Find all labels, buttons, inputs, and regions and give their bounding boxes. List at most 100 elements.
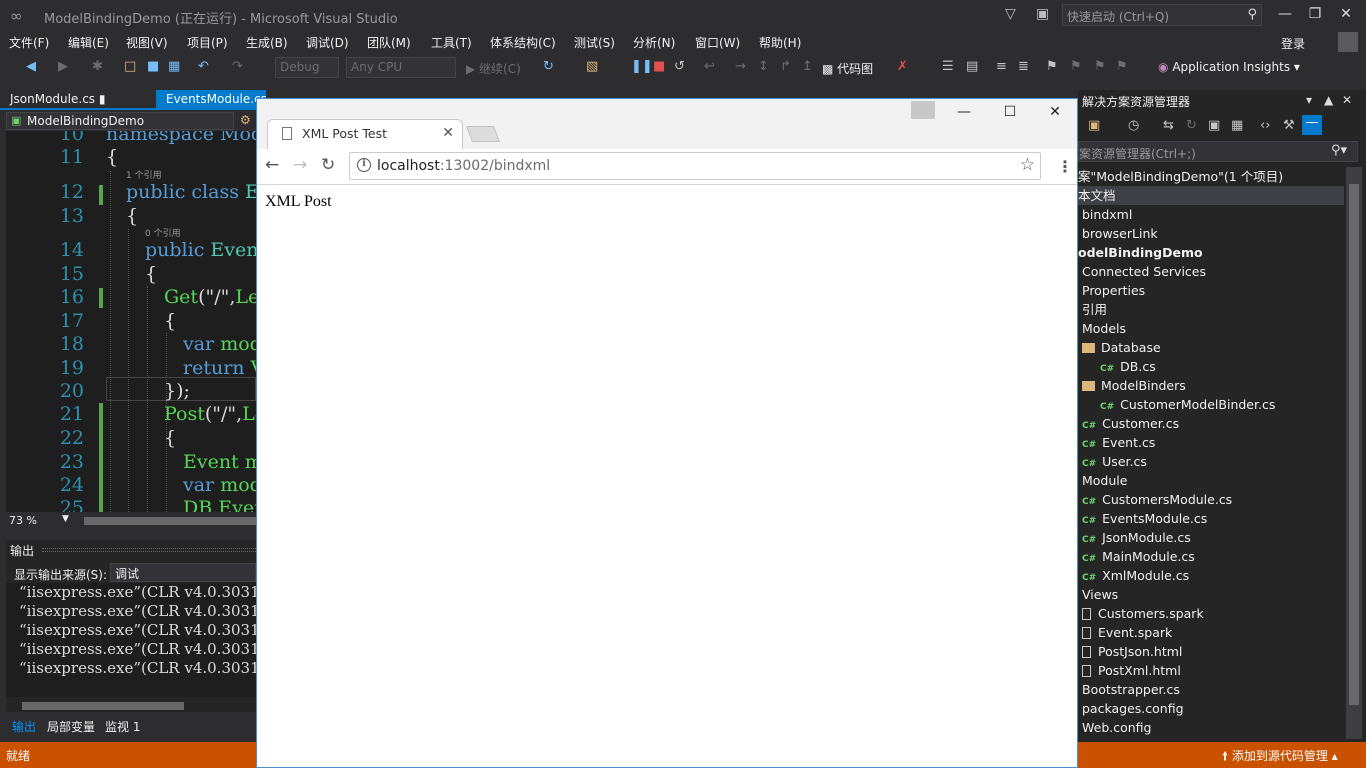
address-bar[interactable]: i localhost:13002/bindxml ☆ bbox=[349, 152, 1041, 180]
configuration-select[interactable]: Debug bbox=[275, 57, 339, 78]
refresh-icon[interactable]: ↻ bbox=[543, 59, 554, 74]
step-out-icon[interactable]: ↱ bbox=[780, 59, 791, 74]
tree-item[interactable]: Database bbox=[1078, 338, 1161, 357]
output-text-area[interactable]: “iisexpress.exe”(CLR v4.0.30319 “iisexpr… bbox=[6, 583, 256, 697]
scrollbar-thumb[interactable] bbox=[1349, 184, 1359, 705]
menu-architecture[interactable]: 体系结构(C) bbox=[490, 34, 556, 51]
menu-help[interactable]: 帮助(H) bbox=[759, 34, 801, 51]
tree-item[interactable]: C# JsonModule.cs bbox=[1078, 528, 1191, 547]
application-insights-button[interactable]: ◉ Application Insights ▾ bbox=[1158, 60, 1300, 74]
tree-item[interactable]: bindxml bbox=[1078, 205, 1132, 224]
tree-item[interactable]: Event.spark bbox=[1078, 623, 1172, 642]
tree-item[interactable]: C# EventsModule.cs bbox=[1078, 509, 1207, 528]
menu-project[interactable]: 项目(P) bbox=[187, 34, 228, 51]
tree-item[interactable]: C# CustomersModule.cs bbox=[1078, 490, 1232, 509]
tree-item[interactable]: Customers.spark bbox=[1078, 604, 1204, 623]
tab-close-icon[interactable]: ✕ bbox=[442, 125, 454, 141]
tree-item[interactable]: C# XmlModule.cs bbox=[1078, 566, 1189, 585]
uncomment-icon[interactable]: ≣ bbox=[1018, 59, 1029, 74]
tree-item[interactable]: Web.config bbox=[1078, 718, 1151, 737]
home-icon[interactable]: ▣ bbox=[1088, 118, 1100, 133]
tree-item[interactable]: Views bbox=[1078, 585, 1118, 604]
continue-button[interactable]: ▶ 继续(C) bbox=[466, 60, 521, 77]
save-all-icon[interactable]: ▦ bbox=[168, 59, 180, 74]
redo-icon[interactable]: ↷ bbox=[232, 59, 243, 74]
new-tab-button[interactable] bbox=[466, 126, 500, 142]
search-icon[interactable]: ⚲▾ bbox=[1331, 143, 1347, 158]
tree-item[interactable]: PostJson.html bbox=[1078, 642, 1182, 661]
tree-item[interactable]: Connected Services bbox=[1078, 262, 1206, 281]
tree-item[interactable]: C# User.cs bbox=[1078, 452, 1147, 471]
sign-in-link[interactable]: 登录 bbox=[1281, 35, 1305, 52]
undo-icon[interactable]: ↶ bbox=[198, 59, 209, 74]
tree-item[interactable]: 案"ModelBindingDemo"(1 个项目) bbox=[1078, 167, 1283, 186]
tree-item[interactable]: PostXml.html bbox=[1078, 661, 1181, 680]
tree-item[interactable]: 引用 bbox=[1078, 300, 1107, 319]
menu-debug[interactable]: 调试(D) bbox=[306, 34, 349, 51]
solution-explorer-search-input[interactable]: 案资源管理器(Ctrl+;) ⚲▾ bbox=[1078, 141, 1358, 162]
browser-tab[interactable]: XML Post Test ✕ bbox=[267, 119, 463, 149]
menu-tools[interactable]: 工具(T) bbox=[431, 34, 472, 51]
tree-item[interactable]: C# Customer.cs bbox=[1078, 414, 1179, 433]
browser-menu-icon[interactable]: ⋮ bbox=[1057, 157, 1073, 176]
tree-item[interactable]: Bootstrapper.cs bbox=[1078, 680, 1180, 699]
forward-arrow-icon[interactable]: → bbox=[293, 155, 307, 175]
restore-icon[interactable]: ❐ bbox=[1305, 6, 1325, 22]
pending-changes-icon[interactable]: ◷ bbox=[1128, 118, 1139, 133]
view-code-icon[interactable]: ‹› bbox=[1260, 118, 1270, 133]
clear-bookmarks-icon[interactable]: ⚑ bbox=[1116, 59, 1128, 74]
tab-eventsmodule[interactable]: EventsModule.cs bbox=[156, 90, 267, 110]
step-into-icon[interactable]: → bbox=[735, 59, 746, 74]
step-over-icon[interactable]: ↕ bbox=[758, 59, 769, 74]
class-icon[interactable]: ⚙ bbox=[240, 113, 251, 127]
code-editor[interactable]: 10 11 12 13 14 15 16 17 18 19 20 21 22 2… bbox=[6, 131, 256, 512]
tab-jsonmodule[interactable]: JsonModule.cs ▮ bbox=[0, 90, 115, 110]
tree-item[interactable]: packages.config bbox=[1078, 699, 1184, 718]
back-arrow-icon[interactable]: ← bbox=[265, 155, 279, 175]
output-source-select[interactable]: 调试 bbox=[110, 563, 256, 582]
codelens-references[interactable]: 0 个引用 bbox=[145, 226, 181, 239]
browser-maximize-icon[interactable]: ☐ bbox=[1000, 104, 1020, 120]
editor-horizontal-scrollbar[interactable] bbox=[84, 517, 256, 525]
filter-icon[interactable]: ▽ bbox=[1005, 6, 1016, 22]
code-map-button[interactable]: ▩ 代码图 bbox=[822, 60, 873, 77]
menu-window[interactable]: 窗口(W) bbox=[695, 34, 740, 51]
panel-dropdown-icon[interactable]: ▾ bbox=[1306, 93, 1312, 107]
tree-item[interactable]: C# CustomerModelBinder.cs bbox=[1078, 395, 1275, 414]
quick-launch-input[interactable]: 快速启动 (Ctrl+Q) ⚲ bbox=[1062, 4, 1262, 26]
preview-icon[interactable]: — bbox=[1302, 115, 1322, 135]
menu-file[interactable]: 文件(F) bbox=[9, 34, 49, 51]
browser-minimize-icon[interactable]: — bbox=[954, 104, 974, 120]
stop-icon[interactable]: ■ bbox=[653, 59, 665, 74]
prev-bookmark-icon[interactable]: ⚑ bbox=[1070, 59, 1082, 74]
zoom-dropdown-icon[interactable]: ▼ bbox=[62, 514, 69, 524]
bookmark-star-icon[interactable]: ☆ bbox=[1020, 155, 1035, 175]
comment-icon[interactable]: ≡ bbox=[996, 59, 1007, 74]
close-icon[interactable]: ✕ bbox=[1336, 6, 1356, 22]
pin-icon[interactable]: ▮ bbox=[99, 92, 106, 106]
collapse-all-icon[interactable]: ▣ bbox=[1208, 118, 1220, 133]
properties-icon[interactable]: ⚒ bbox=[1283, 118, 1295, 133]
bookmark-icon[interactable]: ⚑ bbox=[1046, 59, 1058, 74]
profile-icon[interactable] bbox=[911, 101, 935, 119]
next-bookmark-icon[interactable]: ⚑ bbox=[1094, 59, 1106, 74]
align-icon[interactable]: ▤ bbox=[966, 59, 978, 74]
tree-item[interactable]: odelBindingDemo bbox=[1078, 243, 1203, 262]
refresh-icon[interactable]: ↻ bbox=[1186, 118, 1197, 133]
menu-test[interactable]: 测试(S) bbox=[574, 34, 615, 51]
menu-analyze[interactable]: 分析(N) bbox=[633, 34, 675, 51]
show-all-files-icon[interactable]: ▦ bbox=[1231, 118, 1243, 133]
restart-icon[interactable]: ↺ bbox=[674, 59, 685, 74]
forward-icon[interactable]: ▶ bbox=[58, 59, 68, 74]
tree-item[interactable]: Properties bbox=[1078, 281, 1145, 300]
step-icon[interactable]: ↥ bbox=[802, 59, 813, 74]
search-icon[interactable]: ⚲ bbox=[1247, 7, 1257, 22]
output-horizontal-scrollbar[interactable] bbox=[22, 702, 184, 710]
tree-item[interactable]: Module bbox=[1078, 471, 1127, 490]
codelens-references[interactable]: 1 个引用 bbox=[126, 168, 162, 181]
tree-item[interactable]: browserLink bbox=[1078, 224, 1158, 243]
sync-icon[interactable]: ⇆ bbox=[1163, 118, 1174, 133]
menu-team[interactable]: 团队(M) bbox=[367, 34, 411, 51]
pin-icon[interactable]: ▲ bbox=[1324, 93, 1333, 107]
notifications-icon[interactable]: ▣ bbox=[1036, 6, 1049, 22]
